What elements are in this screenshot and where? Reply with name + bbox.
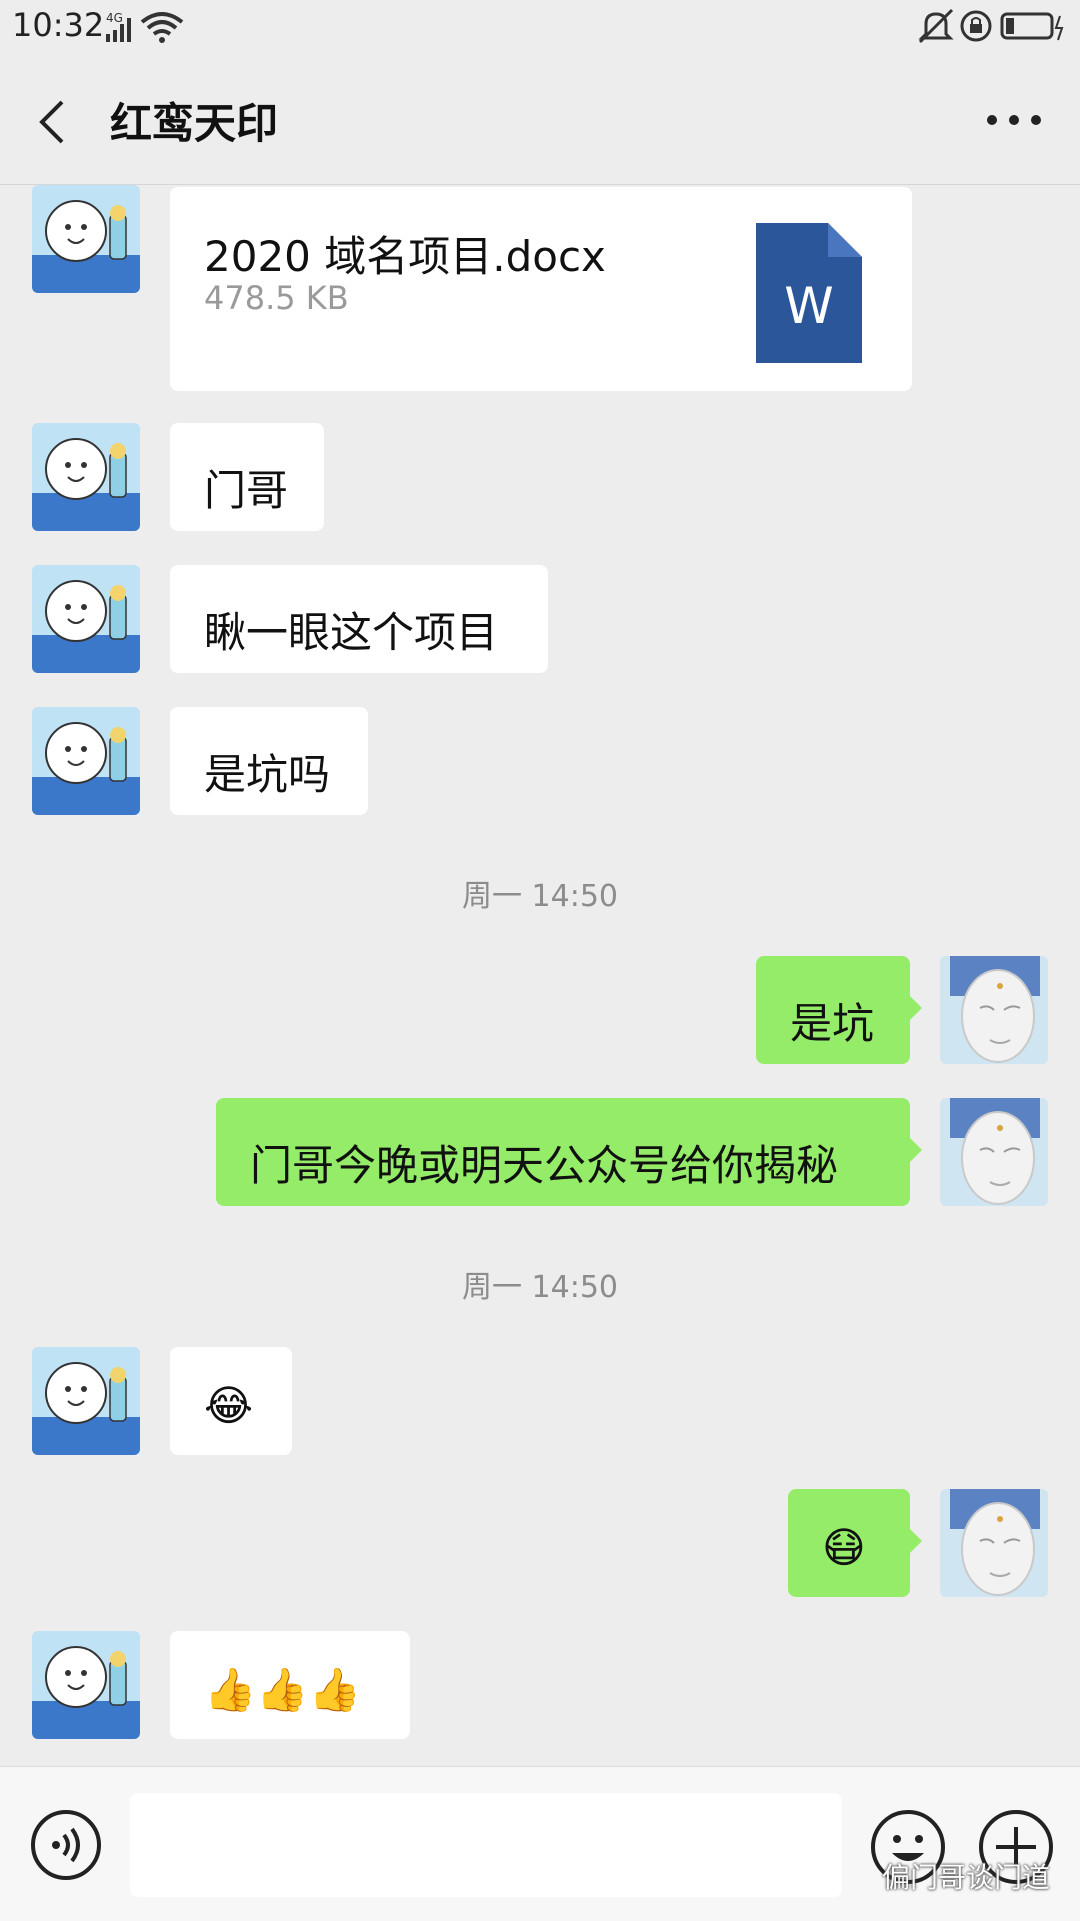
message-timestamp: 周一 14:50 [462,1270,618,1305]
file-name: 2020 域名项目.docx [204,232,606,281]
message-bubble[interactable]: 😂 [170,1347,292,1455]
battery-icon [1000,12,1064,41]
chat-header: 红鸾天印 [0,56,1080,185]
back-arrow-icon[interactable] [30,94,78,150]
input-bar [0,1766,1080,1921]
message-list[interactable]: 2020 域名项目.docx 478.5 KB W 门哥 瞅一眼这个项目 是坑吗… [0,185,1080,1765]
more-icon[interactable] [984,108,1044,132]
file-size: 478.5 KB [204,279,349,317]
message-bubble[interactable]: 门哥 [170,423,324,531]
contact-avatar[interactable] [32,1631,140,1739]
status-time: 10:32 [12,6,105,44]
contact-avatar[interactable] [32,1347,140,1455]
message-bubble-sent[interactable]: 是坑 [756,956,910,1064]
file-message-card[interactable]: 2020 域名项目.docx 478.5 KB W [170,187,912,391]
message-text: 是坑吗 [204,750,331,799]
contact-avatar[interactable] [32,185,140,293]
bubble-tail [910,1138,922,1162]
contact-avatar[interactable] [32,565,140,673]
status-bar: 10:32 4G [0,0,1080,56]
signal-wifi-icon: 4G [106,11,184,43]
bubble-tail [910,996,922,1020]
network-type: 4G [106,11,123,25]
message-text: 门哥 [204,466,289,515]
chat-title: 红鸾天印 [110,99,279,148]
status-icons-right [918,8,1064,44]
word-file-icon: W [756,223,862,363]
message-text: 门哥今晚或明天公众号给你揭秘 [250,1141,839,1190]
my-avatar[interactable] [940,1489,1048,1597]
my-avatar[interactable] [940,956,1048,1064]
message-bubble[interactable]: 是坑吗 [170,707,368,815]
voice-icon[interactable] [30,1809,102,1881]
contact-avatar[interactable] [32,707,140,815]
message-emoji: 👍👍👍 [204,1665,361,1714]
message-bubble[interactable]: 👍👍👍 [170,1631,410,1739]
bubble-tail [910,1529,922,1553]
mute-bell-icon [918,8,954,44]
message-bubble-sent[interactable]: 😷 [788,1489,910,1597]
message-text: 是坑 [790,999,875,1048]
watermark: 偏门哥谈门道 [881,1861,1050,1894]
message-emoji: 😂 [204,1381,254,1430]
message-timestamp: 周一 14:50 [462,879,618,914]
message-emoji: 😷 [822,1523,866,1572]
contact-avatar[interactable] [32,423,140,531]
word-letter: W [784,277,833,335]
rotation-lock-icon [960,10,992,42]
message-bubble[interactable]: 瞅一眼这个项目 [170,565,548,673]
message-text: 瞅一眼这个项目 [204,608,499,657]
message-bubble-sent[interactable]: 门哥今晚或明天公众号给你揭秘 [216,1098,910,1206]
my-avatar[interactable] [940,1098,1048,1206]
message-input[interactable] [130,1793,842,1897]
